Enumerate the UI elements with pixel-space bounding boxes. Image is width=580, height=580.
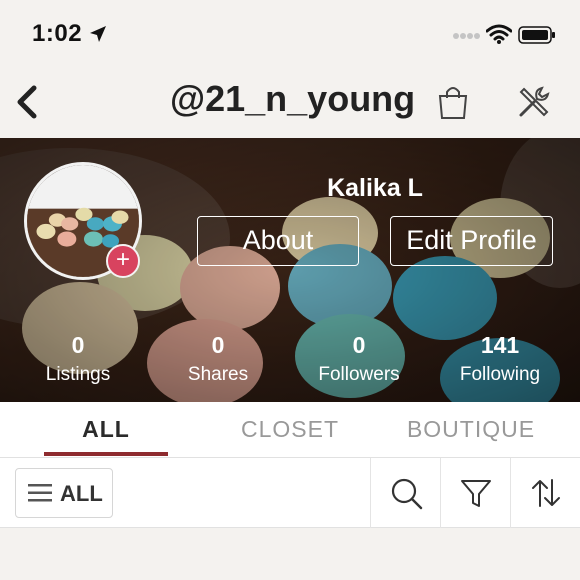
add-photo-button[interactable]: + [106,244,140,278]
filter-button[interactable] [440,458,510,528]
category-menu-button[interactable]: ALL [15,468,113,518]
user-name: Kalika L [327,174,423,202]
nav-bar: @21_n_young [0,70,580,138]
filter-funnel-icon [461,480,491,507]
closet-tabs: ALL CLOSET BOUTIQUE [0,402,580,458]
tab-closet[interactable]: CLOSET [220,416,360,443]
status-bar: 1:02 [0,0,580,70]
location-arrow-icon [90,26,106,42]
stat-label: Listings [45,364,111,385]
stat-label: Shares [187,364,249,385]
tab-boutique[interactable]: BOUTIQUE [392,416,550,443]
listings-area [0,528,580,580]
sort-arrows-icon [532,479,560,507]
tools-icon[interactable] [516,84,552,120]
signal-dots-icon [453,33,480,39]
about-button[interactable]: About [197,216,359,266]
stat-value: 0 [71,332,85,358]
stat-value: 0 [352,332,366,358]
stat-label: Following [459,364,541,385]
active-tab-indicator [44,452,168,456]
stat-followers[interactable]: 0 Followers [299,332,419,388]
stat-label: Followers [318,364,400,385]
page-title: @21_n_young [170,78,416,119]
stat-shares[interactable]: 0 Shares [158,332,278,388]
search-icon [391,478,423,510]
sort-button[interactable] [510,458,580,528]
stat-listings[interactable]: 0 Listings [18,332,138,388]
profile-cover: + Kalika L About Edit Profile 0 Listings… [0,138,580,402]
edit-profile-button[interactable]: Edit Profile [390,216,553,266]
stat-following[interactable]: 141 Following [440,332,560,388]
shopping-bag-icon[interactable] [436,84,470,120]
status-time: 1:02 [32,20,83,47]
category-menu-label: ALL [60,481,103,506]
menu-icon [28,484,52,502]
filter-bar: ALL [0,458,580,528]
back-chevron-icon[interactable] [12,82,42,122]
stat-value: 141 [480,332,520,358]
wifi-icon [486,24,512,44]
stat-value: 0 [211,332,225,358]
search-button[interactable] [370,458,440,528]
battery-icon [518,26,555,44]
tab-all[interactable]: ALL [44,416,168,443]
